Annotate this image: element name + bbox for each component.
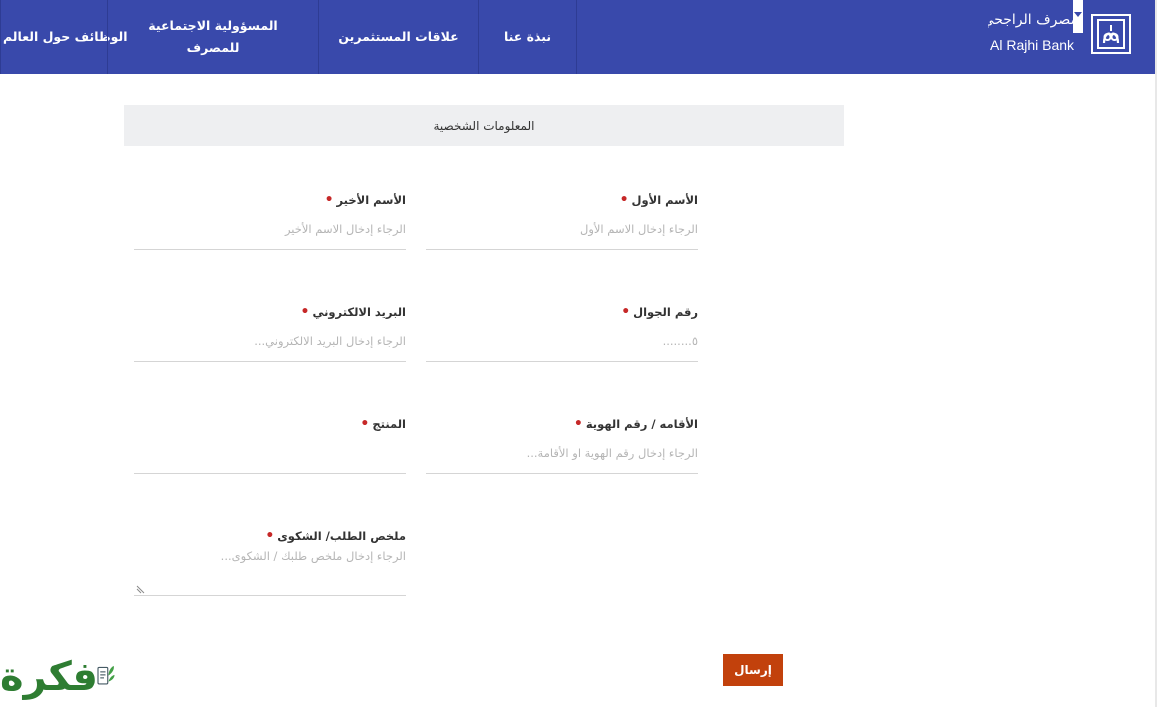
- required-marker: •: [324, 192, 334, 208]
- last-name-field: الأسم الأخير•: [134, 192, 406, 250]
- last-name-input[interactable]: [134, 208, 406, 250]
- mobile-label: رقم الجوال•: [621, 304, 698, 320]
- first-name-field: الأسم الأول•: [426, 192, 698, 250]
- product-select[interactable]: [134, 432, 406, 474]
- required-marker: •: [619, 192, 629, 208]
- submit-button[interactable]: إرسال: [723, 654, 783, 686]
- bank-logo-icon[interactable]: [1091, 14, 1131, 54]
- id-number-label: الأقامه / رقم الهوية•: [573, 416, 698, 432]
- product-field: المنتج•: [134, 416, 406, 474]
- email-label: البريد الالكتروني•: [300, 304, 407, 320]
- nav-jobs-worldwide[interactable]: الوظائف حول العالم: [0, 0, 127, 74]
- product-label: المنتج•: [360, 416, 406, 432]
- first-name-input[interactable]: [426, 208, 698, 250]
- last-name-label: الأسم الأخير•: [324, 192, 406, 208]
- top-navbar: الوظائف حول العالم المسؤولية الاجتماعية …: [0, 0, 1155, 74]
- nav-about-label: نبذة عنا: [503, 29, 552, 44]
- nav-investor-relations[interactable]: علاقات المستثمرين: [318, 0, 478, 74]
- required-marker: •: [300, 304, 310, 320]
- summary-textarea[interactable]: [134, 548, 406, 596]
- mobile-input[interactable]: [426, 320, 698, 362]
- section-title-personal-info: المعلومات الشخصية: [124, 105, 844, 146]
- nav-social-responsibility[interactable]: المسؤولية الاجتماعية للمصرف: [107, 0, 318, 74]
- chevron-down-icon: [1074, 12, 1082, 17]
- mobile-field: رقم الجوال•: [426, 304, 698, 362]
- nav-about-us[interactable]: نبذة عنا: [478, 0, 576, 74]
- required-marker: •: [573, 416, 583, 432]
- nav-divider: [576, 0, 577, 74]
- watermark-text: فكرة: [0, 654, 98, 700]
- nav-csr-label: المسؤولية الاجتماعية للمصرف: [148, 18, 278, 55]
- id-number-field: الأقامه / رقم الهوية•: [426, 416, 698, 474]
- document-leaf-icon: [97, 665, 115, 685]
- summary-field: ملخص الطلب/ الشكوى•: [134, 528, 406, 596]
- first-name-label: الأسم الأول•: [619, 192, 698, 208]
- summary-label: ملخص الطلب/ الشكوى•: [265, 528, 406, 544]
- email-field: البريد الالكتروني•: [134, 304, 406, 362]
- resize-grip-icon[interactable]: [136, 585, 145, 594]
- required-marker: •: [265, 528, 275, 544]
- email-input[interactable]: [134, 320, 406, 362]
- nav-investors-label: علاقات المستثمرين: [338, 29, 459, 44]
- id-number-input[interactable]: [426, 432, 698, 474]
- brand-name-arabic: مصرف الراجحي: [988, 12, 1078, 28]
- required-marker: •: [621, 304, 631, 320]
- required-marker: •: [360, 416, 370, 432]
- brand-name-english: Al Rajhi Bank: [990, 37, 1075, 53]
